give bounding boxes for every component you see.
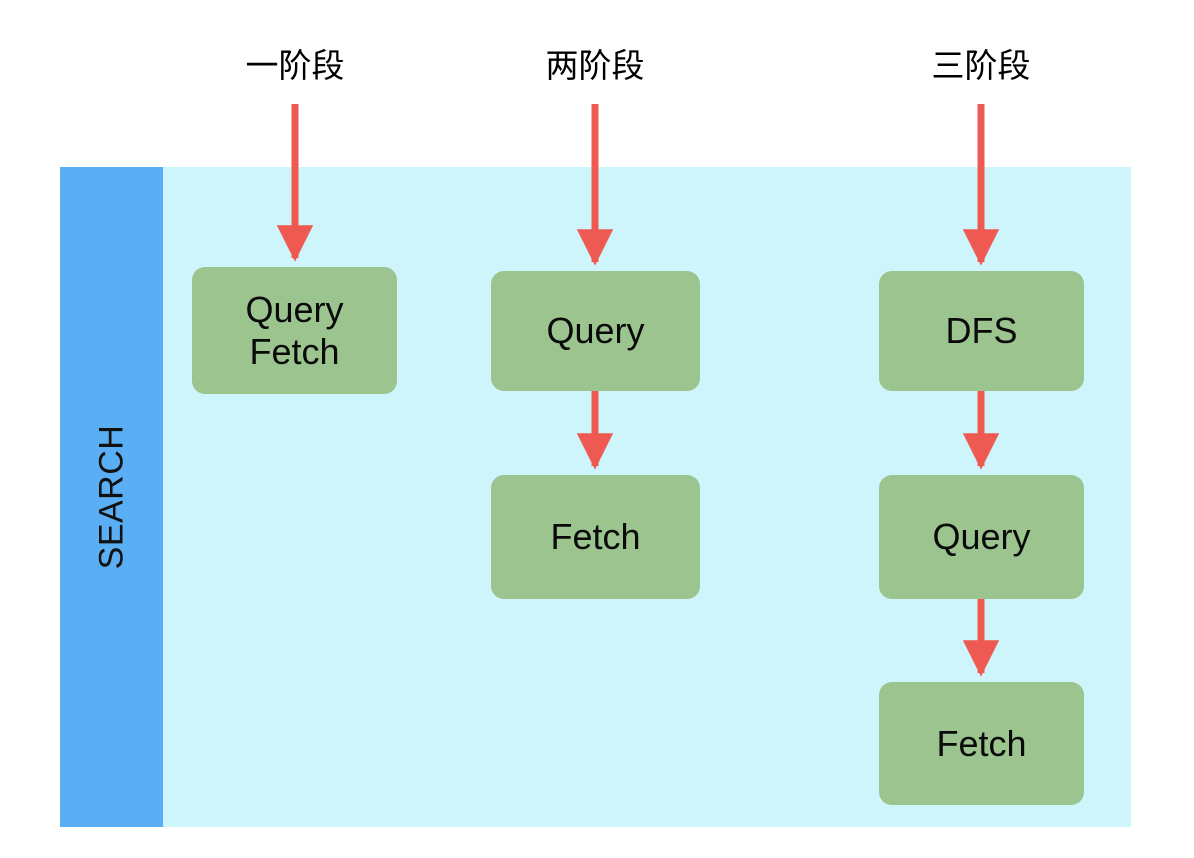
node-dfs[interactable]: DFS — [879, 271, 1084, 391]
node-label: Fetch — [550, 516, 641, 558]
node-query-fetch[interactable]: Query Fetch — [192, 267, 397, 394]
node-query-phase-three[interactable]: Query — [879, 475, 1084, 599]
node-label: Query — [932, 516, 1031, 558]
search-band-label: SEARCH — [92, 424, 130, 570]
stage-label-two-phase: 两阶段 — [545, 47, 645, 84]
stage-label-three-phase: 三阶段 — [931, 47, 1031, 84]
stage-label-one-phase: 一阶段 — [245, 47, 345, 84]
diagram-canvas: 一阶段 两阶段 三阶段 SEARCH Query Fetch Query Fet… — [0, 0, 1194, 858]
node-label: Query — [546, 310, 645, 352]
node-label: Query Fetch — [245, 288, 344, 372]
node-label: DFS — [945, 310, 1018, 352]
search-band: SEARCH — [60, 167, 163, 827]
node-fetch-phase-three[interactable]: Fetch — [879, 682, 1084, 805]
node-query-phase-two[interactable]: Query — [491, 271, 700, 391]
node-fetch-phase-two[interactable]: Fetch — [491, 475, 700, 599]
node-label: Fetch — [936, 722, 1027, 764]
